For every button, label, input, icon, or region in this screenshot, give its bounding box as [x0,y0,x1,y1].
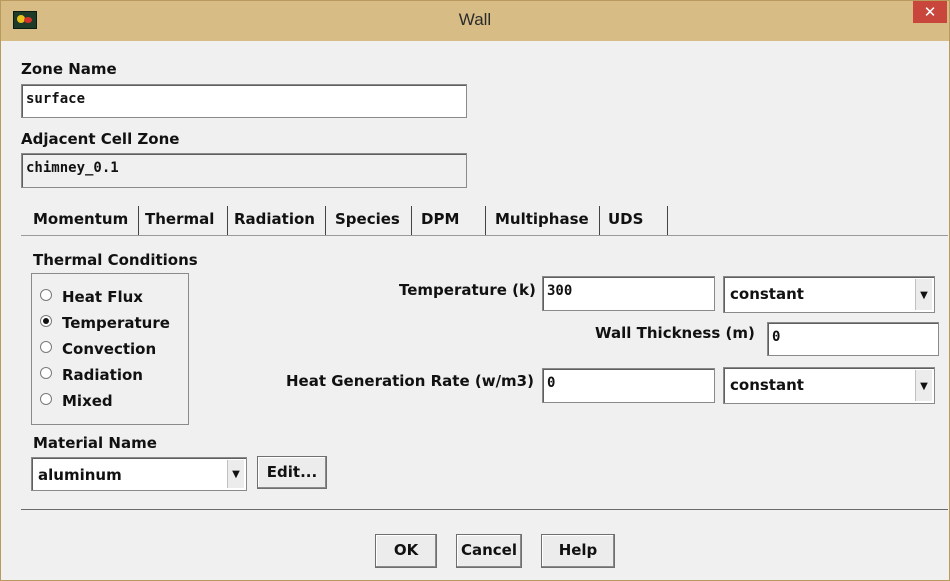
tab-separator [138,206,139,236]
temperature-method-value: constant [730,285,804,303]
radio-button-icon [40,341,52,353]
wall-thickness-input[interactable]: 0 [767,322,939,356]
heat-generation-rate-label: Heat Generation Rate (w/m3) [286,372,534,390]
tab-separator [325,206,326,236]
radio-heat-flux[interactable]: Heat Flux [40,288,143,306]
chevron-down-icon[interactable]: ▼ [227,460,244,488]
ok-button[interactable]: OK [375,534,437,568]
tab-dpm[interactable]: DPM [421,206,459,228]
thermal-conditions-group: Heat Flux Temperature Convection Radiati… [31,273,189,425]
tab-separator [599,206,600,236]
tab-separator [485,206,486,236]
radio-convection[interactable]: Convection [40,340,156,358]
edit-material-button[interactable]: Edit... [257,456,327,489]
temperature-method-select[interactable]: constant ▼ [723,276,935,313]
tab-momentum[interactable]: Momentum [33,206,128,228]
chevron-down-icon[interactable]: ▼ [915,370,932,401]
tab-multiphase[interactable]: Multiphase [495,206,589,228]
zone-name-input[interactable]: surface [21,84,467,118]
radio-temperature[interactable]: Temperature [40,314,170,332]
radio-button-icon [40,289,52,301]
close-button[interactable]: ✕ [913,1,947,23]
wall-thickness-label: Wall Thickness (m) [595,324,755,342]
window-title: Wall [458,10,492,29]
tab-separator [411,206,412,236]
tab-separator [227,206,228,236]
tab-species[interactable]: Species [335,206,400,228]
adjacent-cell-zone-field: chimney_0.1 [21,153,467,188]
heat-generation-method-select[interactable]: constant ▼ [723,367,935,404]
radio-button-icon [40,367,52,379]
title-bar[interactable]: Wall ✕ [1,1,949,41]
tab-radiation[interactable]: Radiation [234,206,315,228]
wall-dialog: Wall ✕ Zone Name surface Adjacent Cell Z… [0,0,950,581]
adjacent-cell-zone-label: Adjacent Cell Zone [21,130,180,148]
tab-uds[interactable]: UDS [608,206,643,228]
radio-radiation[interactable]: Radiation [40,366,143,384]
temperature-input[interactable]: 300 [542,276,715,311]
cancel-button[interactable]: Cancel [456,534,522,568]
tab-thermal[interactable]: Thermal [145,206,215,228]
heat-generation-method-value: constant [730,376,804,394]
help-button[interactable]: Help [541,534,615,568]
chevron-down-icon[interactable]: ▼ [915,279,932,310]
heat-generation-rate-input[interactable]: 0 [542,368,715,403]
material-name-label: Material Name [33,434,157,452]
material-name-value: aluminum [38,466,122,484]
thermal-conditions-label: Thermal Conditions [33,251,198,269]
zone-name-label: Zone Name [21,60,117,78]
radio-button-icon [40,393,52,405]
radio-mixed[interactable]: Mixed [40,392,113,410]
temperature-label: Temperature (k) [399,281,536,299]
tab-separator [667,206,668,236]
material-name-select[interactable]: aluminum ▼ [31,457,247,491]
radio-button-selected-icon [40,315,52,327]
